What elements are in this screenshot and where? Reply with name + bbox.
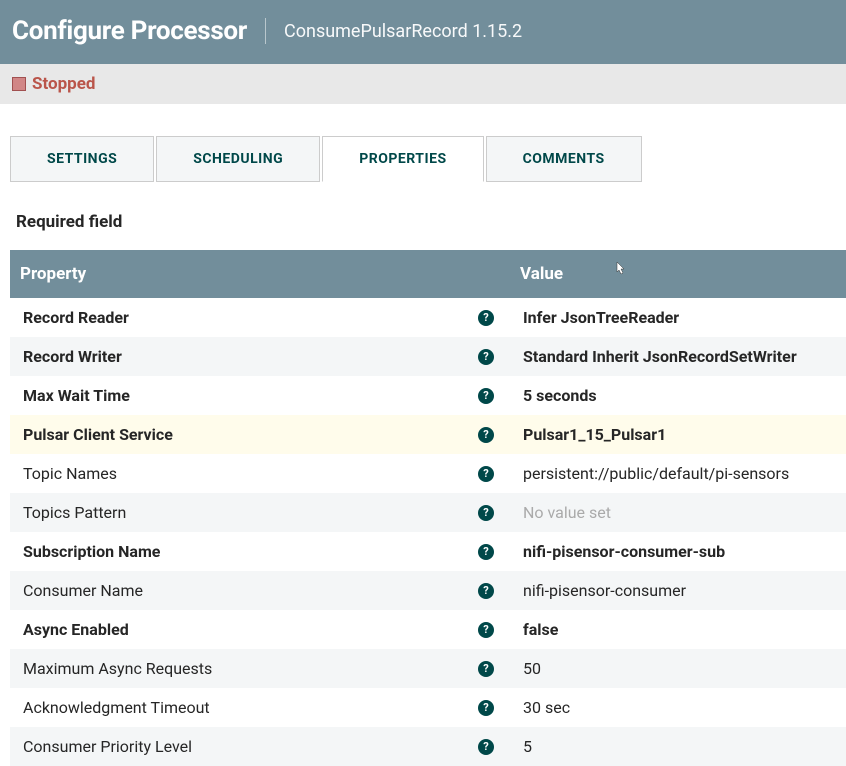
property-value-cell[interactable]: No value set	[510, 493, 846, 532]
column-header-property[interactable]: Property	[10, 250, 510, 298]
property-row[interactable]: Async Enabled?false	[10, 610, 846, 649]
property-name-cell[interactable]: Topics Pattern?	[10, 493, 510, 532]
property-name-text: Pulsar Client Service	[23, 425, 173, 444]
tab-bar: SETTINGS SCHEDULING PROPERTIES COMMENTS	[10, 136, 846, 182]
help-icon[interactable]: ?	[478, 466, 494, 482]
dialog-title: Configure Processor	[12, 16, 247, 46]
property-name-text: Acknowledgment Timeout	[23, 698, 210, 717]
property-row[interactable]: Maximum Async Requests?50	[10, 649, 846, 688]
property-name-cell[interactable]: Consumer Name?	[10, 571, 510, 610]
property-row[interactable]: Record Reader?Infer JsonTreeReader	[10, 298, 846, 337]
help-icon[interactable]: ?	[478, 622, 494, 638]
property-name-text: Consumer Name	[23, 581, 143, 600]
property-name-cell[interactable]: Maximum Async Requests?	[10, 649, 510, 688]
help-icon[interactable]: ?	[478, 739, 494, 755]
stopped-icon	[12, 77, 26, 91]
processor-name-version: ConsumePulsarRecord 1.15.2	[284, 21, 522, 42]
table-header-row: Property Value	[10, 250, 846, 298]
property-name-text: Consumer Priority Level	[23, 737, 192, 756]
property-name-text: Record Reader	[23, 308, 129, 327]
property-name-cell[interactable]: Consumer Priority Level?	[10, 727, 510, 766]
tab-properties[interactable]: PROPERTIES	[322, 136, 483, 182]
property-value-cell[interactable]: 5 seconds	[510, 376, 846, 415]
status-label: Stopped	[32, 74, 95, 94]
tab-scheduling[interactable]: SCHEDULING	[156, 136, 320, 182]
tab-settings[interactable]: SETTINGS	[10, 136, 154, 182]
property-value-cell[interactable]: 5	[510, 727, 846, 766]
help-icon[interactable]: ?	[478, 349, 494, 365]
help-icon[interactable]: ?	[478, 544, 494, 560]
property-name-cell[interactable]: Async Enabled?	[10, 610, 510, 649]
property-name-text: Maximum Async Requests	[23, 659, 212, 678]
property-value-cell[interactable]: 30 sec	[510, 688, 846, 727]
help-icon[interactable]: ?	[478, 661, 494, 677]
property-value-cell[interactable]: false	[510, 610, 846, 649]
property-name-text: Topics Pattern	[23, 503, 126, 522]
property-row[interactable]: Consumer Priority Level?5	[10, 727, 846, 766]
required-field-label: Required field	[16, 212, 846, 232]
property-name-text: Subscription Name	[23, 542, 160, 561]
property-row[interactable]: Pulsar Client Service?Pulsar1_15_Pulsar1	[10, 415, 846, 454]
property-value-cell[interactable]: Pulsar1_15_Pulsar1	[510, 415, 846, 454]
help-icon[interactable]: ?	[478, 505, 494, 521]
property-name-text: Max Wait Time	[23, 386, 130, 405]
property-name-cell[interactable]: Record Writer?	[10, 337, 510, 376]
tab-comments[interactable]: COMMENTS	[486, 136, 642, 182]
help-icon[interactable]: ?	[478, 310, 494, 326]
column-header-value[interactable]: Value	[510, 250, 846, 298]
property-value-cell[interactable]: Infer JsonTreeReader	[510, 298, 846, 337]
properties-table: Property Value Record Reader?Infer JsonT…	[10, 250, 846, 766]
column-header-value-text: Value	[520, 264, 563, 284]
help-icon[interactable]: ?	[478, 427, 494, 443]
header-divider	[265, 18, 266, 44]
property-row[interactable]: Acknowledgment Timeout?30 sec	[10, 688, 846, 727]
property-row[interactable]: Record Writer?Standard Inherit JsonRecor…	[10, 337, 846, 376]
help-icon[interactable]: ?	[478, 388, 494, 404]
property-value-cell[interactable]: 50	[510, 649, 846, 688]
property-name-cell[interactable]: Max Wait Time?	[10, 376, 510, 415]
property-value-cell[interactable]: Standard Inherit JsonRecordSetWriter	[510, 337, 846, 376]
status-bar: Stopped	[0, 64, 846, 104]
property-row[interactable]: Subscription Name?nifi-pisensor-consumer…	[10, 532, 846, 571]
pointer-cursor-icon	[612, 260, 628, 282]
property-name-cell[interactable]: Acknowledgment Timeout?	[10, 688, 510, 727]
property-row[interactable]: Topic Names?persistent://public/default/…	[10, 454, 846, 493]
property-row[interactable]: Consumer Name?nifi-pisensor-consumer	[10, 571, 846, 610]
help-icon[interactable]: ?	[478, 700, 494, 716]
dialog-header: Configure Processor ConsumePulsarRecord …	[0, 0, 846, 64]
property-name-cell[interactable]: Topic Names?	[10, 454, 510, 493]
help-icon[interactable]: ?	[478, 583, 494, 599]
property-row[interactable]: Max Wait Time?5 seconds	[10, 376, 846, 415]
property-name-text: Async Enabled	[23, 620, 129, 639]
property-value-cell[interactable]: persistent://public/default/pi-sensors	[510, 454, 846, 493]
property-name-cell[interactable]: Pulsar Client Service?	[10, 415, 510, 454]
property-name-cell[interactable]: Record Reader?	[10, 298, 510, 337]
property-name-text: Record Writer	[23, 347, 122, 366]
property-name-text: Topic Names	[23, 464, 117, 483]
property-name-cell[interactable]: Subscription Name?	[10, 532, 510, 571]
property-value-cell[interactable]: nifi-pisensor-consumer-sub	[510, 532, 846, 571]
property-value-cell[interactable]: nifi-pisensor-consumer	[510, 571, 846, 610]
property-row[interactable]: Topics Pattern?No value set	[10, 493, 846, 532]
